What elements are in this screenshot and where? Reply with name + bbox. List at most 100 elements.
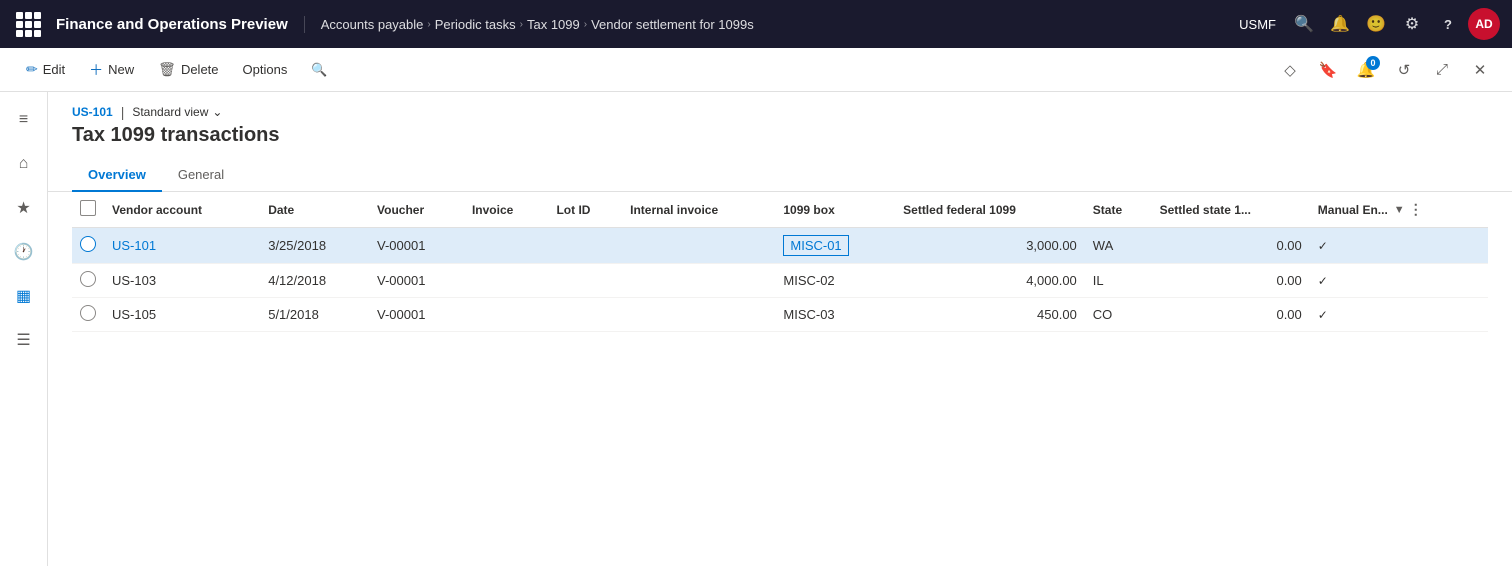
breadcrumb-item-3[interactable]: Tax 1099 <box>527 17 580 32</box>
sidebar-grid[interactable]: ▦ <box>4 276 44 316</box>
cell-1099-box: MISC-01 <box>775 228 895 264</box>
cell-date: 5/1/2018 <box>260 298 369 332</box>
refresh-icon[interactable]: ↺ <box>1388 54 1420 86</box>
cell-lot-id <box>548 298 622 332</box>
cell-date: 4/12/2018 <box>260 264 369 298</box>
col-state: State <box>1085 192 1152 228</box>
col-date: Date <box>260 192 369 228</box>
cell-settled-federal: 3,000.00 <box>895 228 1085 264</box>
diamond-icon[interactable]: ◇ <box>1274 54 1306 86</box>
table-header-row: Vendor account Date Voucher Invoice Lot … <box>72 192 1488 228</box>
delete-button[interactable]: 🗑 Delete <box>148 57 228 82</box>
view-name-dropdown[interactable]: Standard view ⌄ <box>132 105 222 119</box>
row-checkbox[interactable] <box>80 271 96 287</box>
breadcrumb-sep-1: › <box>427 19 430 30</box>
breadcrumb-item-2[interactable]: Periodic tasks <box>435 17 516 32</box>
sidebar-list[interactable]: ☰ <box>4 320 44 360</box>
cell-settled-federal: 450.00 <box>895 298 1085 332</box>
vendor-account-link[interactable]: US-101 <box>112 238 156 253</box>
chevron-down-icon: ⌄ <box>212 105 222 119</box>
manual-en-checkmark: ✓ <box>1318 274 1328 288</box>
popout-icon[interactable]: ⤢ <box>1426 54 1458 86</box>
box-1099-selected[interactable]: MISC-01 <box>783 235 848 256</box>
table-row: US-1055/1/2018V-00001MISC-03450.00CO0.00… <box>72 298 1488 332</box>
table-row: US-1013/25/2018V-00001MISC-013,000.00WA0… <box>72 228 1488 264</box>
notification-icon[interactable]: 🔔 0 <box>1350 54 1382 86</box>
sidebar-home[interactable]: ⌂ <box>4 144 44 184</box>
select-all-header[interactable] <box>72 192 104 228</box>
cell-settled-state: 0.00 <box>1152 264 1310 298</box>
page-header: US-101 | Standard view ⌄ Tax 1099 transa… <box>48 92 1512 159</box>
cell-invoice <box>464 264 549 298</box>
search-cmd-icon: 🔍 <box>311 62 327 78</box>
avatar[interactable]: AD <box>1468 8 1500 40</box>
settings-icon[interactable]: ⚙ <box>1396 8 1428 40</box>
cell-lot-id <box>548 228 622 264</box>
col-settled-state: Settled state 1... <box>1152 192 1310 228</box>
breadcrumb-item-4[interactable]: Vendor settlement for 1099s <box>591 17 754 32</box>
transactions-table: Vendor account Date Voucher Invoice Lot … <box>72 192 1488 332</box>
org-label: USMF <box>1239 17 1276 32</box>
breadcrumb-item-1[interactable]: Accounts payable <box>321 17 424 32</box>
col-lot-id: Lot ID <box>548 192 622 228</box>
cell-lot-id <box>548 264 622 298</box>
col-1099-box: 1099 box <box>775 192 895 228</box>
content-area: US-101 | Standard view ⌄ Tax 1099 transa… <box>48 92 1512 566</box>
app-title: Finance and Operations Preview <box>52 16 305 33</box>
cell-vendor-account: US-101 <box>104 228 260 264</box>
breadcrumb-sep-2: › <box>520 19 523 30</box>
cell-1099-box: MISC-03 <box>775 298 895 332</box>
command-bar: ✏ Edit ＋ New 🗑 Delete Options 🔍 ◇ 🔖 🔔 0 … <box>0 48 1512 92</box>
apps-menu-button[interactable] <box>12 8 44 40</box>
close-icon[interactable]: ✕ <box>1464 54 1496 86</box>
breadcrumb: Accounts payable › Periodic tasks › Tax … <box>305 17 1239 32</box>
row-checkbox[interactable] <box>80 305 96 321</box>
cell-date: 3/25/2018 <box>260 228 369 264</box>
options-button[interactable]: Options <box>233 58 298 81</box>
cell-state: CO <box>1085 298 1152 332</box>
sidebar-favorites[interactable]: ★ <box>4 188 44 228</box>
sidebar-recent[interactable]: 🕐 <box>4 232 44 272</box>
help-icon[interactable]: ? <box>1432 8 1464 40</box>
cell-settled-state: 0.00 <box>1152 298 1310 332</box>
col-filter-icon[interactable]: ▼ <box>1394 204 1405 216</box>
edit-icon: ✏ <box>26 61 38 78</box>
row-checkbox[interactable] <box>80 236 96 252</box>
table-container: Vendor account Date Voucher Invoice Lot … <box>48 192 1512 566</box>
col-manual-en: Manual En... ▼ ⋮ <box>1310 192 1488 228</box>
cell-voucher: V-00001 <box>369 298 464 332</box>
view-selector: US-101 | Standard view ⌄ <box>72 104 1488 120</box>
bookmark-icon[interactable]: 🔖 <box>1312 54 1344 86</box>
tab-general[interactable]: General <box>162 159 240 192</box>
cell-manual-en: ✓ <box>1310 264 1488 298</box>
new-icon: ＋ <box>89 60 103 80</box>
top-nav-bar: Finance and Operations Preview Accounts … <box>0 0 1512 48</box>
table-row: US-1034/12/2018V-00001MISC-024,000.00IL0… <box>72 264 1488 298</box>
cell-internal-invoice <box>622 298 775 332</box>
cmd-bar-right-actions: ◇ 🔖 🔔 0 ↺ ⤢ ✕ <box>1274 54 1496 86</box>
search-button[interactable]: 🔍 <box>301 58 337 82</box>
tabs-container: Overview General <box>48 159 1512 192</box>
sidebar: ≡ ⌂ ★ 🕐 ▦ ☰ <box>0 92 48 566</box>
cell-voucher: V-00001 <box>369 228 464 264</box>
col-vendor-account: Vendor account <box>104 192 260 228</box>
col-more-icon[interactable]: ⋮ <box>1409 201 1423 218</box>
main-layout: ≡ ⌂ ★ 🕐 ▦ ☰ US-101 | Standard view ⌄ Tax… <box>0 92 1512 566</box>
new-button[interactable]: ＋ New <box>79 56 144 84</box>
smiley-icon[interactable]: 🙂 <box>1360 8 1392 40</box>
breadcrumb-sep-3: › <box>584 19 587 30</box>
bell-icon[interactable]: 🔔 <box>1324 8 1356 40</box>
top-bar-right: USMF 🔍 🔔 🙂 ⚙ ? AD <box>1239 8 1500 40</box>
delete-icon: 🗑 <box>158 61 176 78</box>
search-icon-top[interactable]: 🔍 <box>1288 8 1320 40</box>
cell-state: WA <box>1085 228 1152 264</box>
cell-1099-box: MISC-02 <box>775 264 895 298</box>
cell-settled-federal: 4,000.00 <box>895 264 1085 298</box>
sidebar-hamburger[interactable]: ≡ <box>4 100 44 140</box>
edit-button[interactable]: ✏ Edit <box>16 57 75 82</box>
cell-manual-en: ✓ <box>1310 298 1488 332</box>
col-invoice: Invoice <box>464 192 549 228</box>
col-voucher: Voucher <box>369 192 464 228</box>
col-settled-federal: Settled federal 1099 <box>895 192 1085 228</box>
tab-overview[interactable]: Overview <box>72 159 162 192</box>
